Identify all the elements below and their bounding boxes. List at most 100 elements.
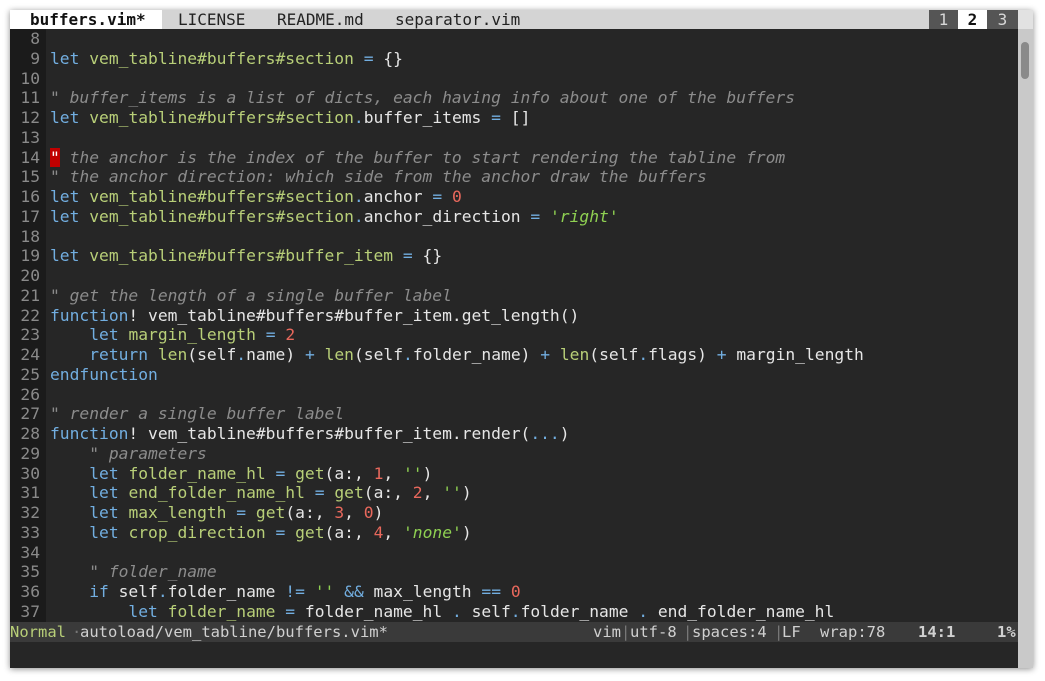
code-line: 37 let folder_name = folder_name_hl . se…	[10, 601, 1018, 622]
line-number: 20	[10, 266, 46, 286]
line-number: 23	[10, 325, 46, 345]
line-number: 28	[10, 424, 46, 444]
code-token: let	[50, 187, 80, 206]
line-number: 33	[10, 522, 46, 543]
line-text: " the anchor direction: which side from …	[50, 167, 707, 187]
code-token: .	[353, 206, 364, 226]
line-number: 15	[10, 167, 46, 187]
code-line: 18	[10, 226, 1018, 247]
code-token: len	[559, 345, 590, 364]
line-number: 12	[10, 108, 46, 128]
code-token: function	[50, 305, 129, 325]
scrollbar[interactable]	[1018, 10, 1033, 668]
code-token: vem_tabline#buffers#buffer_item	[89, 246, 394, 266]
scrollbar-thumb[interactable]	[1021, 42, 1029, 79]
line-number: 26	[10, 384, 46, 405]
code-token: (self	[589, 345, 639, 364]
code-token: folder_name	[167, 582, 286, 601]
wrap-setting: wrap:78	[820, 623, 886, 641]
code-token: .	[403, 345, 413, 364]
code-token: max_length	[128, 503, 227, 522]
line-text: let vem_tabline#buffers#section.anchor =…	[50, 187, 462, 207]
scrollbar-cap	[1018, 10, 1033, 29]
code-token: '	[452, 522, 462, 542]
tabpage-2[interactable]: 2	[958, 10, 987, 29]
code-token: (a:,	[285, 503, 335, 522]
line-number: 21	[10, 285, 46, 306]
code-token: margin_length	[726, 345, 864, 364]
code-line: 25 endfunction	[10, 364, 1018, 385]
line-number: 37	[10, 601, 46, 622]
line-number: 31	[10, 483, 46, 503]
code-token: )	[461, 522, 472, 542]
line-number: 30	[10, 463, 46, 484]
code-token: .	[236, 345, 247, 364]
code-token: (a:,	[324, 463, 374, 483]
code-token: folder_name_hl	[128, 463, 266, 483]
tab-buffers-vim[interactable]: buffers.vim*	[10, 10, 162, 29]
code-token: anchor_direction	[363, 206, 531, 226]
code-token: let	[89, 522, 119, 542]
file-path: autoload/vem_tabline/buffers.vim*	[80, 623, 388, 641]
code-line: 35 " folder_name	[10, 562, 1018, 582]
pipe-divider: |	[683, 623, 693, 641]
code-token: +	[716, 345, 727, 364]
code-token: =	[402, 246, 413, 266]
tab-license[interactable]: LICENSE	[178, 10, 245, 29]
tabpage-3[interactable]: 3	[987, 10, 1018, 29]
line-text: let margin_length = 2	[50, 325, 295, 345]
tab-readme[interactable]: README.md	[277, 10, 364, 29]
line-text: " parameters	[50, 444, 207, 464]
code-token: {}	[412, 246, 443, 266]
code-token: name)	[246, 345, 305, 364]
tabpage-1[interactable]: 1	[929, 10, 958, 29]
code-token: get	[255, 503, 286, 522]
tabline: buffers.vim* LICENSE README.md separator…	[10, 10, 1018, 29]
filetype: vim	[593, 623, 621, 641]
code-token: 0	[451, 187, 462, 206]
line-number: 27	[10, 404, 46, 424]
code-token: +	[304, 345, 315, 364]
code-line: 31 let end_folder_name_hl = get(a:, 2, '…	[10, 483, 1018, 503]
line-text: let max_length = get(a:, 3, 0)	[50, 503, 383, 523]
code-token: get	[295, 522, 325, 542]
statusline: Normal · autoload/vem_tabline/buffers.vi…	[10, 622, 1018, 642]
code-line: 16 let vem_tabline#buffers#section.anchor…	[10, 187, 1018, 207]
code-line: 30 let folder_name_hl = get(a:, 1, '')	[10, 463, 1018, 484]
line-text: let vem_tabline#buffers#section.buffer_i…	[50, 108, 530, 128]
code-token: )	[559, 424, 570, 443]
code-token: !=	[285, 582, 305, 601]
code-token: buffer_items	[363, 108, 492, 127]
code-token: ,	[344, 503, 364, 522]
command-line[interactable]	[10, 642, 1018, 668]
code-line: 11 " buffer_items is a list of dicts, eac…	[10, 88, 1018, 108]
code-token: )	[461, 483, 472, 503]
code-token: margin_length	[128, 325, 256, 345]
code-token: 2	[285, 325, 296, 345]
line-text: let folder_name_hl = get(a:, 1, '')	[50, 464, 432, 484]
code-line: 12 let vem_tabline#buffers#section.buffer…	[10, 108, 1018, 128]
code-token: '	[402, 522, 413, 542]
tab-separator-vim[interactable]: separator.vim	[395, 10, 520, 29]
line-number: 34	[10, 542, 46, 563]
code-token: vem_tabline#buffers#section	[89, 108, 354, 127]
code-token: .	[353, 187, 364, 206]
line-text: function! vem_tabline#buffers#buffer_ite…	[50, 306, 579, 326]
code-editor[interactable]: 8 9 let vem_tabline#buffers#section = {} 10…	[10, 29, 1018, 622]
line-number: 22	[10, 305, 46, 326]
code-token: 2	[412, 483, 423, 503]
code-token: .	[510, 601, 521, 621]
code-token: let	[50, 48, 80, 68]
code-token: let	[50, 108, 80, 127]
line-text: " buffer_items is a list of dicts, each …	[50, 88, 795, 108]
line-number: 29	[10, 443, 46, 464]
